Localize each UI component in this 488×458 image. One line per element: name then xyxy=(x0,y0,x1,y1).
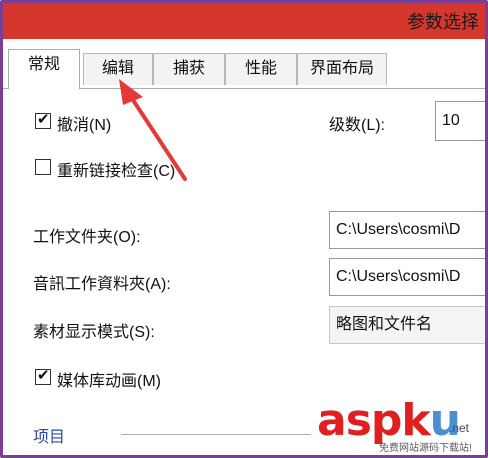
tab-interface-layout[interactable]: 界面布局 xyxy=(297,53,387,85)
undo-label: 撤消(N) xyxy=(57,117,112,134)
thumb-mode-label: 素材显示模式(S): xyxy=(33,324,155,341)
tab-edit[interactable]: 编辑 xyxy=(83,53,153,85)
tab-performance[interactable]: 性能 xyxy=(225,53,297,85)
checkmark-icon: ✔ xyxy=(37,366,50,384)
library-anim-label: 媒体库动画(M) xyxy=(57,373,161,390)
tab-capture[interactable]: 捕获 xyxy=(153,53,225,85)
audio-folder-label: 音訊工作資料夾(A): xyxy=(33,276,171,293)
preferences-window: 参数选择 常规 编辑 捕获 性能 界面布局 ✔ 撤消(N) 级数(L): 10 … xyxy=(0,0,488,458)
thumb-mode-select[interactable]: 略图和文件名 xyxy=(329,306,485,344)
working-folder-label: 工作文件夹(O): xyxy=(33,229,141,246)
relink-label: 重新链接检查(C) xyxy=(57,163,176,180)
levels-label: 级数(L): xyxy=(329,117,386,134)
audio-folder-input[interactable]: C:\Users\cosmi\D xyxy=(329,258,485,296)
checkmark-icon: ✔ xyxy=(37,110,50,128)
working-folder-input[interactable]: C:\Users\cosmi\D xyxy=(329,211,485,249)
tab-strip: 常规 编辑 捕获 性能 界面布局 xyxy=(3,39,485,89)
general-panel: ✔ 撤消(N) 级数(L): 10 重新链接检查(C) 工作文件夹(O): C:… xyxy=(3,89,485,455)
undo-checkbox[interactable]: ✔ xyxy=(35,110,51,129)
levels-input[interactable]: 10 xyxy=(435,101,485,141)
tab-general[interactable]: 常规 xyxy=(8,49,80,89)
window-title: 参数选择 xyxy=(407,12,479,32)
section-divider xyxy=(121,434,311,435)
relink-checkbox[interactable] xyxy=(35,159,51,175)
library-anim-checkbox[interactable]: ✔ xyxy=(35,366,51,385)
title-bar: 参数选择 xyxy=(3,3,485,39)
section-items-label: 项目 xyxy=(33,429,66,446)
